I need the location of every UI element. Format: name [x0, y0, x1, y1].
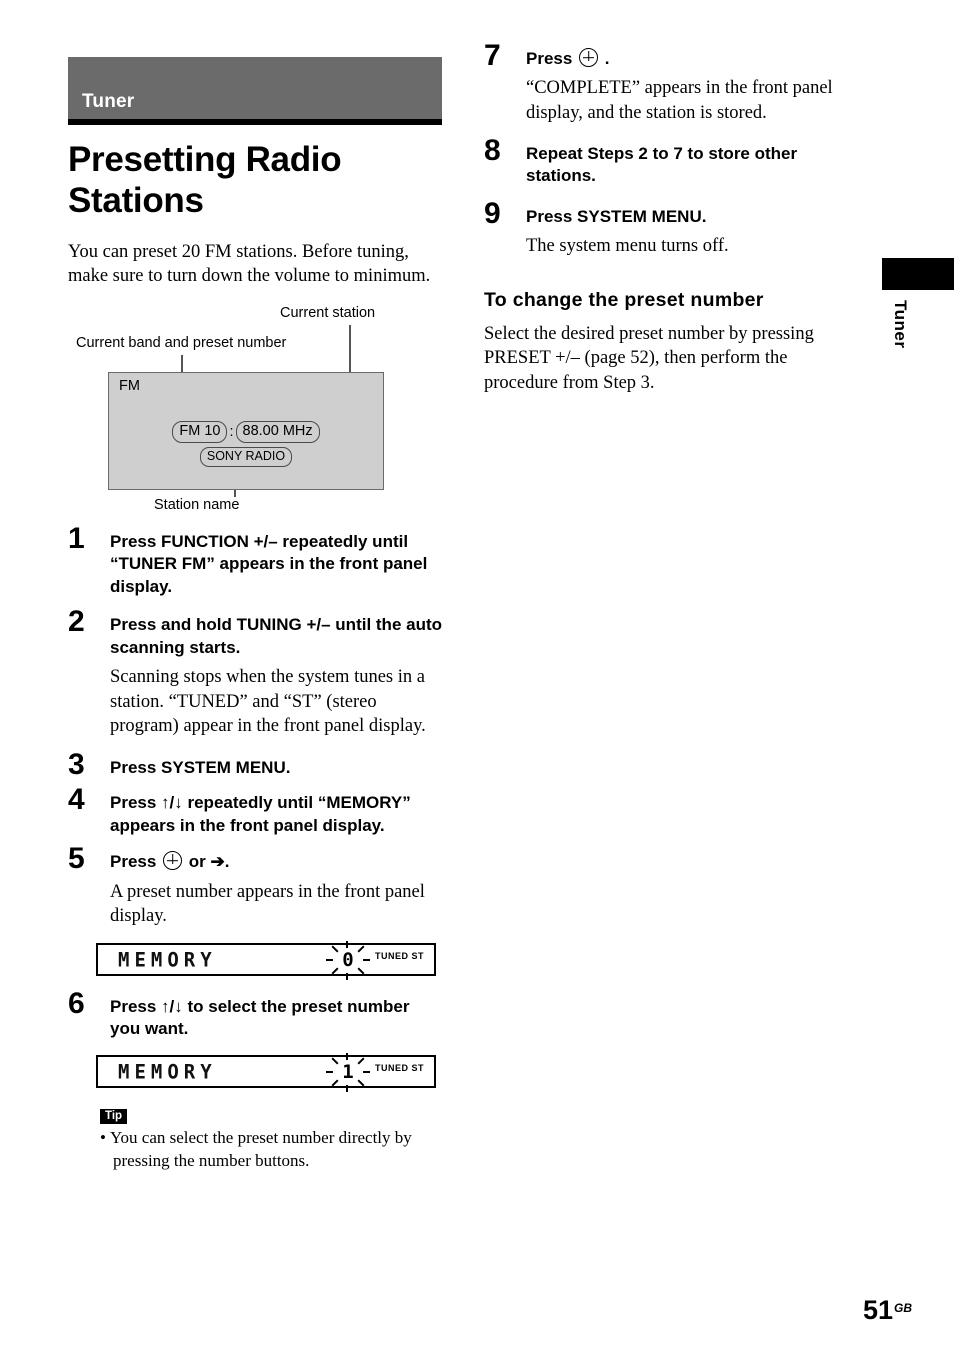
step-6: 6 Press ↑/↓ to select the preset number …	[68, 988, 442, 1041]
step-7-number: 7	[484, 39, 501, 72]
step-4-heading: Press ↑/↓ repeatedly until “MEMORY” appe…	[110, 793, 411, 835]
blink-mark	[331, 945, 339, 953]
blink-mark	[346, 1052, 348, 1060]
step-7-heading-pre: Press	[526, 49, 573, 68]
tip-badge: Tip	[100, 1108, 128, 1124]
blink-mark	[346, 1084, 348, 1092]
right-column: 7 Press . “COMPLETE” appears in the fron…	[484, 0, 858, 395]
step-5: 5 Press or ➔. A preset number appears in…	[68, 844, 442, 929]
callout-current-band-preset: Current band and preset number	[76, 334, 287, 351]
display-preset-pill: FM 10	[172, 420, 228, 444]
subsection-heading: To change the preset number	[484, 288, 764, 311]
chapter-label: Tuner	[82, 91, 135, 112]
step-3: 3 Press SYSTEM MENU.	[68, 749, 442, 779]
blink-mark	[357, 1057, 365, 1065]
front-panel-display-figure: Current station Current band and preset …	[68, 301, 442, 521]
enter-button-icon	[579, 48, 599, 67]
blink-mark	[326, 958, 333, 961]
display-frequency-pill: 88.00 MHz	[235, 420, 320, 444]
step-9-body: The system menu turns off.	[526, 235, 729, 256]
tip-text: • You can select the preset number direct…	[100, 1127, 442, 1172]
display-station-row: SONY RADIO	[109, 446, 383, 467]
step-4-number: 4	[68, 783, 85, 817]
blink-mark	[357, 967, 365, 975]
step-9-heading: Press SYSTEM MENU.	[526, 206, 707, 226]
step-5-body: A preset number appears in the front pan…	[110, 881, 425, 927]
blink-mark	[346, 972, 348, 980]
step-7: 7 Press . “COMPLETE” appears in the fron…	[484, 41, 858, 126]
step-5-number: 5	[68, 842, 85, 876]
blink-mark	[346, 940, 348, 948]
page-title: Presetting Radio Stations	[68, 140, 342, 221]
blink-mark	[363, 958, 370, 961]
blink-mark	[331, 967, 339, 975]
step-3-number: 3	[68, 747, 85, 781]
lcd-step6-digit-group: 1	[326, 1052, 370, 1092]
lcd-step5-indicators: TUNED ST	[375, 950, 424, 961]
lcd-display-step6: MEMORY 1 TUNED ST	[96, 1052, 436, 1092]
display-station-name-pill: SONY RADIO	[199, 446, 293, 467]
step-4: 4 Press ↑/↓ repeatedly until “MEMORY” ap…	[68, 785, 442, 837]
step-2-number: 2	[68, 605, 85, 639]
display-preset-row: FM 10 : 88.00 MHz	[109, 420, 383, 444]
blink-mark	[357, 945, 365, 953]
step-6-number: 6	[68, 986, 85, 1020]
chapter-banner: Tuner	[68, 57, 442, 119]
lcd-display-step5: MEMORY 0 TUNED ST	[96, 940, 436, 980]
step-2-body: Scanning stops when the system tunes in …	[110, 666, 426, 737]
page-number-value: 51	[862, 1295, 893, 1325]
step-2-heading: Press and hold TUNING +/– until the auto…	[110, 615, 443, 657]
lcd-step6-digit: 1	[342, 1060, 354, 1083]
blink-mark	[326, 1070, 333, 1073]
subsection-body: Select the desired preset number by pres…	[484, 323, 814, 393]
display-separator: :	[229, 424, 234, 441]
step-7-heading: Press .	[526, 48, 858, 70]
display-band-label: FM	[119, 377, 140, 394]
page-number-suffix: GB	[894, 1301, 912, 1315]
step-5-heading: Press or ➔.	[110, 851, 442, 873]
side-thumb-tab	[882, 258, 954, 290]
intro-paragraph: You can preset 20 FM stations. Before tu…	[68, 241, 431, 287]
lcd-step6-text: MEMORY	[118, 1060, 217, 1084]
step-5-heading-pre: Press	[110, 852, 157, 872]
lcd-step5-digit: 0	[342, 948, 354, 971]
callout-station-name: Station name	[154, 496, 240, 513]
step-1: 1 Press FUNCTION +/– repeatedly until “T…	[68, 523, 442, 598]
callout-current-station: Current station	[280, 304, 376, 321]
step-6-heading: Press ↑/↓ to select the preset number yo…	[110, 996, 410, 1039]
step-8-number: 8	[484, 133, 501, 167]
left-column: Tuner Presetting Radio Stations You can …	[68, 0, 442, 1172]
step-8-heading: Repeat Steps 2 to 7 to store other stati…	[526, 143, 798, 186]
blink-mark	[357, 1079, 365, 1087]
page-number: 51GB	[863, 1297, 912, 1324]
step-2: 2 Press and hold TUNING +/– until the au…	[68, 607, 443, 739]
front-panel-display-box: FM FM 10 : 88.00 MHz SONY RADIO	[108, 371, 384, 490]
step-7-body: “COMPLETE” appears in the front panel di…	[526, 78, 833, 124]
blink-mark	[331, 1057, 339, 1065]
lcd-step6-indicators: TUNED ST	[375, 1062, 424, 1073]
tip-line-1: You can select the preset number directl…	[109, 1127, 412, 1147]
chapter-rule	[68, 119, 442, 125]
step-1-heading: Press FUNCTION +/– repeatedly until “TUN…	[110, 531, 428, 596]
step-3-heading: Press SYSTEM MENU.	[110, 757, 291, 777]
blink-mark	[363, 1070, 370, 1073]
step-7-heading-post: .	[604, 49, 610, 68]
enter-button-icon	[163, 851, 183, 871]
tip-line-2: pressing the number buttons.	[113, 1150, 310, 1170]
step-8: 8 Repeat Steps 2 to 7 to store other sta…	[484, 135, 858, 188]
tip-block: Tip • You can select the preset number di…	[100, 1106, 442, 1173]
blink-mark	[331, 1079, 339, 1087]
step-9-number: 9	[484, 196, 501, 230]
lcd-step5-digit-group: 0	[326, 940, 370, 980]
tip-bullet: •	[100, 1127, 106, 1147]
step-1-number: 1	[68, 521, 85, 555]
step-5-heading-post: or ➔.	[188, 852, 230, 872]
side-tab-label: Tuner	[891, 300, 910, 349]
lcd-step5-text: MEMORY	[118, 948, 217, 972]
step-9: 9 Press SYSTEM MENU. The system menu tur…	[484, 198, 858, 259]
